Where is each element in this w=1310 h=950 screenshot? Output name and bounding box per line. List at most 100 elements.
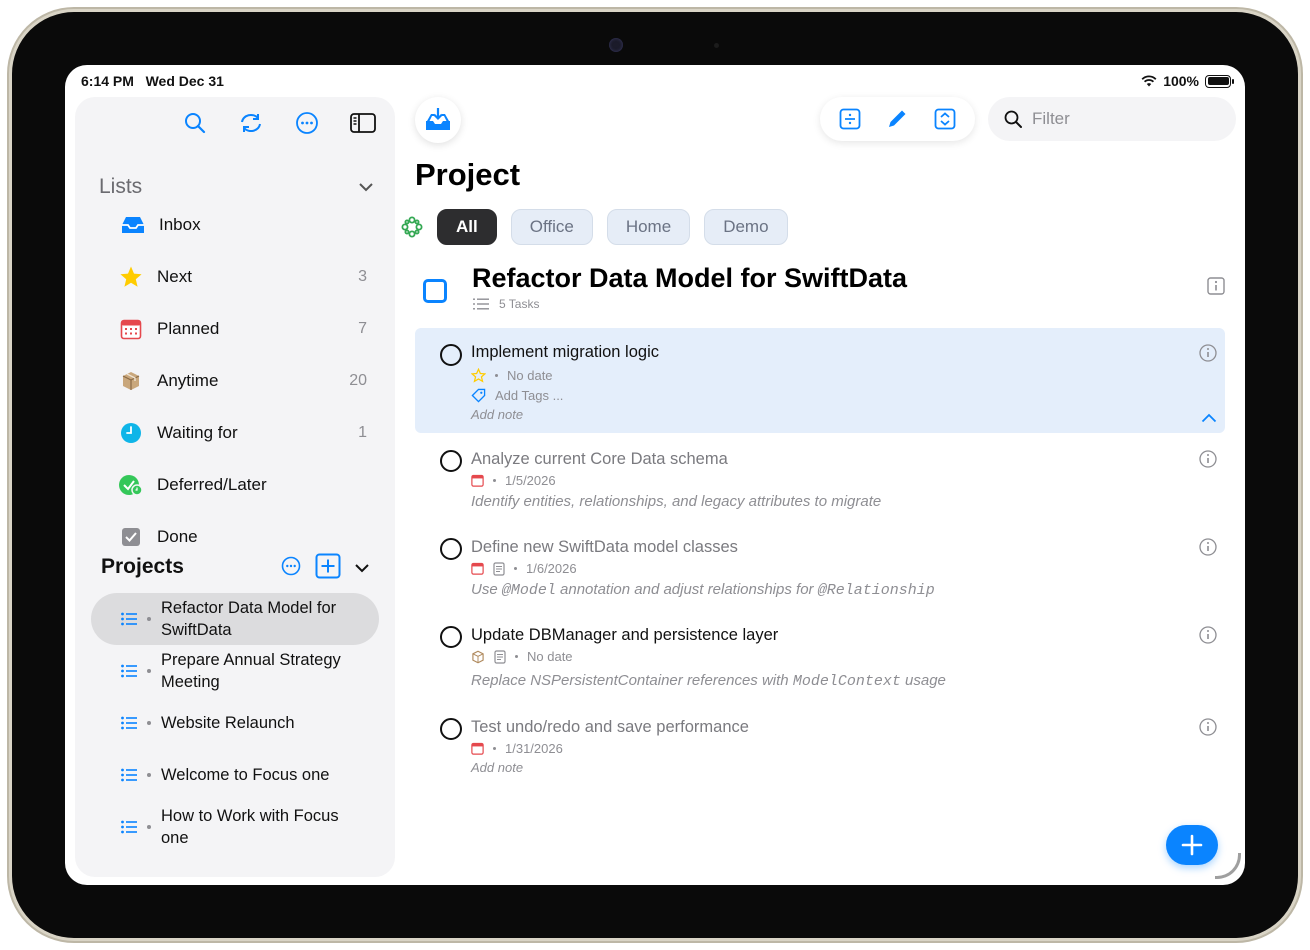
- task-title[interactable]: Implement migration logic: [471, 343, 659, 362]
- sidebar-item-anytime[interactable]: Anytime 20: [117, 363, 367, 399]
- planned-count: 7: [358, 320, 367, 337]
- task-note[interactable]: Add note: [471, 407, 523, 422]
- plus-icon: [1181, 834, 1203, 856]
- task-title[interactable]: Update DBManager and persistence layer: [471, 626, 778, 645]
- sidebar-project-refactor-data-model[interactable]: Refactor Data Model for SwiftData: [91, 593, 379, 645]
- task-date: 1/5/2026: [505, 473, 556, 488]
- reorder-button[interactable]: [929, 103, 961, 135]
- tag-chip-office[interactable]: Office: [510, 209, 593, 245]
- page-title: Project: [415, 157, 521, 192]
- split-button[interactable]: [834, 103, 866, 135]
- task-date: 1/6/2026: [526, 561, 577, 576]
- list-bullet-icon: [121, 664, 137, 678]
- sidebar-item-done[interactable]: Done: [117, 519, 367, 555]
- sidebar-item-waiting-for[interactable]: Waiting for 1: [117, 415, 367, 451]
- status-right: 100%: [1141, 73, 1234, 89]
- task-tags[interactable]: Add Tags ...: [471, 388, 563, 403]
- box-icon: [472, 650, 484, 663]
- task-note[interactable]: Add note: [471, 760, 523, 775]
- info-circle-icon: [1199, 538, 1217, 556]
- task-complete-checkbox[interactable]: [440, 344, 462, 366]
- move-to-inbox-button[interactable]: [415, 97, 461, 143]
- project-label: Welcome to Focus one: [161, 766, 330, 784]
- sidebar-project-annual-strategy[interactable]: Prepare Annual Strategy Meeting: [91, 645, 379, 697]
- task-row[interactable]: Define new SwiftData model classes 1/6/2…: [415, 533, 1225, 609]
- sidebar: Lists Inbox Next 3 Planned 7 Anytime 20 …: [75, 97, 395, 877]
- anytime-count: 20: [349, 372, 367, 389]
- sidebar-project-how-to-work[interactable]: How to Work with Focus one: [91, 801, 379, 853]
- tag-chip-demo[interactable]: Demo: [704, 209, 788, 245]
- task-row[interactable]: Update DBManager and persistence layer N…: [415, 621, 1225, 701]
- task-title[interactable]: Analyze current Core Data schema: [471, 450, 728, 469]
- task-complete-checkbox[interactable]: [440, 718, 462, 740]
- add-task-button[interactable]: [1166, 825, 1218, 865]
- task-info-button[interactable]: [1199, 450, 1217, 473]
- project-complete-checkbox[interactable]: [423, 279, 447, 303]
- info-circle-icon: [1199, 718, 1217, 736]
- sidebar-item-label: Inbox: [159, 215, 201, 234]
- add-project-button[interactable]: [315, 553, 341, 584]
- list-bullet-icon: [121, 716, 137, 730]
- note-icon: [493, 561, 505, 576]
- status-time: 6:14 PM Wed Dec 31: [81, 73, 224, 89]
- filter-field[interactable]: [988, 97, 1236, 141]
- front-camera: [609, 38, 623, 52]
- sync-icon: [241, 114, 261, 132]
- info-circle-icon: [1199, 626, 1217, 644]
- task-info-button[interactable]: [1199, 538, 1217, 561]
- lists-collapse-button[interactable]: [359, 179, 373, 197]
- project-info-button[interactable]: [1207, 277, 1225, 300]
- info-circle-icon: [1199, 344, 1217, 362]
- task-info-button[interactable]: [1199, 626, 1217, 649]
- task-row[interactable]: Analyze current Core Data schema 1/5/202…: [415, 445, 1225, 521]
- project-label: How to Work with Focus one: [161, 807, 339, 847]
- task-info-button[interactable]: [1199, 718, 1217, 741]
- edit-tools-group: [820, 97, 975, 141]
- screen: 6:14 PM Wed Dec 31 100% Lists Inbox Next…: [65, 65, 1245, 885]
- task-note[interactable]: Identify entities, relationships, and le…: [471, 493, 881, 510]
- info-circle-icon: [1199, 450, 1217, 468]
- task-note[interactable]: Use @Model annotation and adjust relatio…: [471, 581, 935, 599]
- sidebar-item-next[interactable]: Next 3: [117, 259, 367, 295]
- calendar-icon: [471, 562, 484, 575]
- task-note[interactable]: Replace NSPersistentContainer references…: [471, 672, 946, 690]
- projects-collapse-button[interactable]: [355, 560, 369, 578]
- filter-input[interactable]: [1032, 109, 1222, 129]
- calendar-icon: [471, 742, 484, 755]
- lists-section-title: Lists: [99, 175, 143, 198]
- sidebar-item-planned[interactable]: Planned 7: [117, 311, 367, 347]
- task-row[interactable]: Test undo/redo and save performance 1/31…: [415, 713, 1225, 783]
- sidebar-project-welcome[interactable]: Welcome to Focus one: [91, 749, 379, 801]
- task-title[interactable]: Test undo/redo and save performance: [471, 718, 749, 737]
- sync-button[interactable]: [235, 107, 267, 139]
- task-row[interactable]: Implement migration logic No date Add Ta…: [415, 328, 1225, 433]
- task-complete-checkbox[interactable]: [440, 538, 462, 560]
- toggle-sidebar-button[interactable]: [347, 107, 379, 139]
- edit-button[interactable]: [881, 103, 913, 135]
- tag-filter-bar: All Office Home Demo: [401, 209, 788, 245]
- projects-more-button[interactable]: [281, 556, 301, 581]
- ellipsis-circle-icon: [296, 112, 318, 134]
- sidebar-project-website-relaunch[interactable]: Website Relaunch: [91, 697, 379, 749]
- task-date: No date: [527, 649, 573, 664]
- project-header: Refactor Data Model for SwiftData 5 Task…: [423, 263, 1225, 313]
- search-button[interactable]: [179, 107, 211, 139]
- tag-chip-home[interactable]: Home: [606, 209, 691, 245]
- tag-icon: [471, 388, 486, 403]
- tag-chip-all[interactable]: All: [437, 209, 497, 245]
- task-title[interactable]: Define new SwiftData model classes: [471, 538, 738, 557]
- sidebar-item-deferred-later[interactable]: Deferred/Later: [117, 467, 367, 503]
- task-info-button[interactable]: [1199, 344, 1217, 367]
- project-name: Refactor Data Model for SwiftData: [472, 263, 908, 293]
- task-complete-checkbox[interactable]: [440, 626, 462, 648]
- info-square-icon: [1207, 277, 1225, 295]
- sidebar-item-inbox[interactable]: Inbox: [119, 207, 369, 243]
- pencil-icon: [889, 110, 906, 127]
- more-button[interactable]: [291, 107, 323, 139]
- collapse-task-button[interactable]: [1201, 410, 1217, 428]
- projects-controls: [281, 553, 369, 584]
- task-complete-checkbox[interactable]: [440, 450, 462, 472]
- ellipsis-circle-icon: [281, 556, 301, 576]
- add-tags-hint[interactable]: Add Tags ...: [495, 388, 563, 403]
- projects-section-title: Projects: [101, 555, 184, 578]
